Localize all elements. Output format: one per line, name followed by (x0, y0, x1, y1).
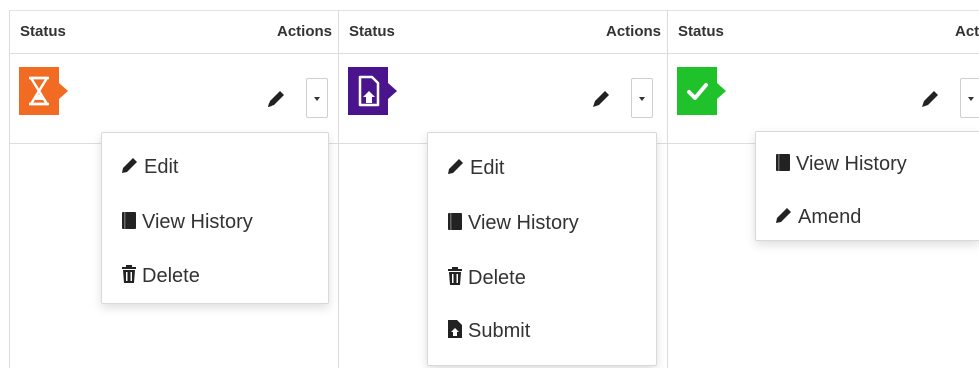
status-column-header: Status (20, 23, 66, 40)
pencil-icon (120, 154, 140, 184)
actions-dropdown-toggle[interactable] (631, 78, 653, 118)
table-header: Status Actions (339, 10, 667, 54)
table-row (10, 53, 338, 144)
caret-down-icon (314, 97, 320, 101)
pencil-icon (774, 204, 794, 234)
table-header: Status Actions (10, 10, 338, 54)
status-badge (348, 67, 400, 115)
menu-item-delete[interactable]: Delete (446, 263, 526, 293)
menu-item-view-history[interactable]: View History (120, 207, 253, 237)
table-header: Status Actions (668, 10, 979, 54)
menu-item-amend[interactable]: Amend (774, 202, 861, 232)
actions-column-header: Actions (276, 23, 332, 40)
menu-item-view-history[interactable]: View History (446, 208, 579, 238)
menu-item-label: View History (468, 212, 579, 234)
actions-dropdown-toggle[interactable] (306, 78, 328, 118)
caret-down-icon (639, 97, 645, 101)
pencil-icon (593, 91, 609, 107)
status-column-header: Status (678, 23, 724, 40)
actions-dropdown-menu: Edit View History Delete Submit (427, 132, 657, 366)
actions-column-header: Actions (605, 23, 661, 40)
file-submit-icon (446, 318, 464, 348)
edit-pencil-button[interactable] (918, 87, 942, 111)
menu-item-label: Delete (468, 267, 526, 289)
menu-item-edit[interactable]: Edit (120, 152, 178, 182)
actions-dropdown-toggle[interactable] (960, 78, 979, 118)
actions-dropdown-menu: Edit View History Delete (101, 132, 329, 304)
menu-item-label: View History (142, 211, 253, 233)
edit-pencil-button[interactable] (264, 87, 288, 111)
menu-item-label: Submit (468, 320, 531, 342)
menu-item-view-history[interactable]: View History (774, 149, 907, 179)
menu-item-label: View History (796, 153, 907, 175)
check-icon (677, 67, 726, 115)
menu-item-delete[interactable]: Delete (120, 261, 200, 291)
file-upload-icon (348, 67, 397, 115)
pencil-icon (446, 155, 466, 185)
menu-item-label: Amend (798, 206, 862, 228)
edit-pencil-button[interactable] (589, 87, 613, 111)
menu-item-label: Edit (470, 157, 505, 179)
status-column-header: Status (349, 23, 395, 40)
menu-item-label: Edit (144, 156, 179, 178)
table-row (339, 53, 667, 144)
status-badge (677, 67, 729, 115)
book-icon (120, 209, 138, 239)
book-icon (774, 151, 792, 181)
hourglass-icon (19, 67, 68, 115)
pencil-icon (268, 91, 284, 107)
actions-dropdown-menu: View History Amend (755, 131, 979, 241)
caret-down-icon (968, 97, 974, 101)
trash-icon (446, 265, 464, 295)
actions-column-header: Actions (954, 23, 979, 40)
trash-icon (120, 263, 138, 293)
book-icon (446, 210, 464, 240)
menu-item-label: Delete (142, 265, 200, 287)
menu-item-edit[interactable]: Edit (446, 153, 504, 183)
pencil-icon (922, 91, 938, 107)
status-badge (19, 67, 71, 115)
menu-item-submit[interactable]: Submit (446, 316, 530, 346)
